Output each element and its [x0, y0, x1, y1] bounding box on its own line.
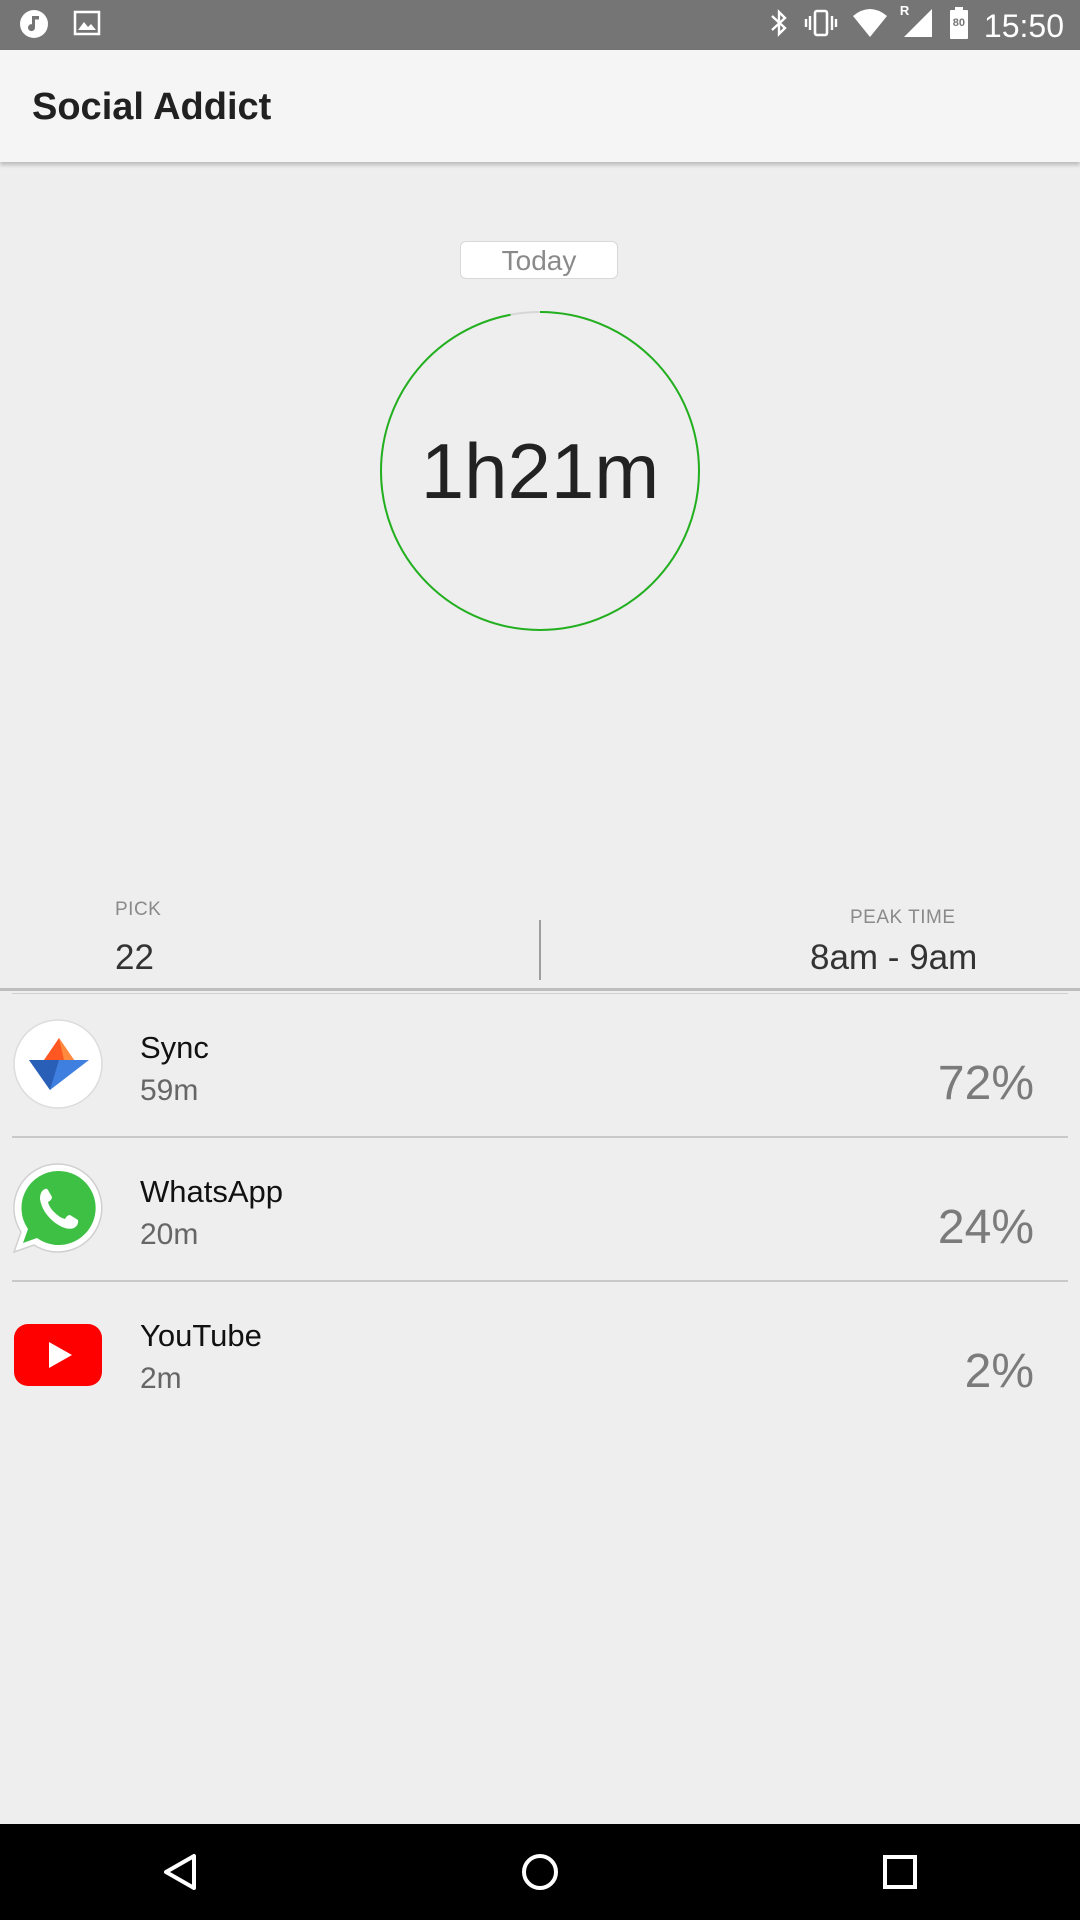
- app-name: Sync: [140, 1030, 209, 1065]
- whatsapp-icon: [12, 1162, 104, 1254]
- stats-divider: [539, 920, 541, 980]
- app-usage-time: 2m: [140, 1362, 182, 1395]
- stats-bottom-divider: [0, 988, 1080, 991]
- app-usage-percent: 2%: [964, 1345, 1034, 1398]
- peak-time-value: 8am - 9am: [810, 938, 978, 977]
- wifi-icon: [852, 8, 888, 43]
- battery-level: 80: [952, 17, 966, 29]
- music-notification-icon: [18, 8, 50, 45]
- app-usage-row-whatsapp[interactable]: WhatsApp 20m 24%: [12, 1138, 1068, 1282]
- app-usage-time: 59m: [140, 1074, 199, 1107]
- app-bar: Social Addict: [0, 50, 1080, 162]
- app-name: WhatsApp: [140, 1174, 284, 1209]
- back-icon[interactable]: [150, 1842, 210, 1902]
- bluetooth-icon: [768, 6, 790, 45]
- app-usage-time: 20m: [140, 1218, 199, 1251]
- total-usage-time: 1h21m: [420, 426, 660, 515]
- pick-label: PICK: [115, 899, 162, 920]
- battery-icon: 80: [948, 6, 970, 45]
- app-usage-row-youtube[interactable]: YouTube 2m 2%: [12, 1282, 1068, 1426]
- sync-app-icon: [12, 1018, 104, 1110]
- status-bar: R 80 15:50: [0, 0, 1080, 50]
- app-name: YouTube: [140, 1318, 262, 1353]
- status-time: 15:50: [983, 7, 1064, 44]
- app-usage-percent: 24%: [937, 1201, 1034, 1254]
- recents-icon[interactable]: [870, 1842, 930, 1902]
- pick-value: 22: [115, 938, 154, 977]
- youtube-icon: [12, 1306, 104, 1398]
- usage-ring: 1h21m: [378, 309, 702, 633]
- app-usage-percent: 72%: [937, 1057, 1034, 1110]
- peak-time-label: PEAK TIME: [850, 907, 956, 928]
- navigation-bar: [0, 1824, 1080, 1920]
- image-notification-icon: [72, 8, 102, 45]
- time-range-selector[interactable]: Today: [460, 241, 618, 279]
- vibrate-icon: [804, 6, 838, 45]
- cellular-signal-icon: R: [900, 3, 934, 44]
- app-title: Social Addict: [32, 86, 272, 128]
- home-icon[interactable]: [510, 1842, 570, 1902]
- app-usage-row-sync[interactable]: Sync 59m 72%: [12, 994, 1068, 1138]
- network-badge: R: [899, 3, 910, 18]
